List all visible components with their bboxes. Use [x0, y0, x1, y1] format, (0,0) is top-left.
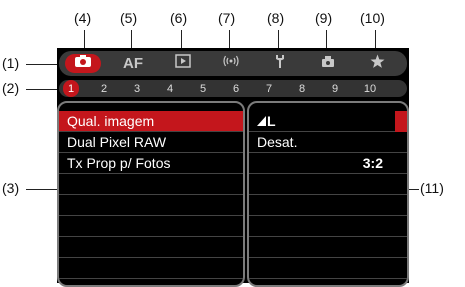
camera-menu-screen: AF 1 2 3 4 5 6 7 8 9 10 Qual. imagem Dua… [57, 48, 409, 287]
page-number[interactable]: 10 [359, 80, 381, 97]
custom-functions-icon [320, 54, 336, 74]
value-dual-pixel-raw: Desat. [249, 132, 407, 153]
menu-item-empty [59, 216, 243, 237]
tab-my-menu[interactable] [357, 54, 397, 73]
wireless-icon [222, 54, 240, 73]
menu-items-panel: Qual. imagem Dual Pixel RAW Tx Prop p/ F… [57, 101, 245, 287]
callout-1: (1) [2, 55, 20, 71]
value-empty [249, 216, 407, 237]
menu-item-label: Dual Pixel RAW [67, 134, 167, 150]
menu-values-panel: L Desat. 3:2 [247, 101, 409, 287]
star-icon [370, 54, 385, 74]
tab-playback[interactable] [163, 54, 203, 73]
value-label: Desat. [257, 134, 298, 150]
value-empty [249, 174, 407, 195]
menu-item-dual-pixel-raw[interactable]: Dual Pixel RAW [59, 132, 243, 153]
callout-3: (3) [2, 180, 20, 196]
tab-setup[interactable] [260, 54, 300, 73]
fine-quality-icon [257, 116, 266, 126]
image-quality-value: L [267, 113, 276, 129]
value-empty [249, 258, 407, 279]
value-aspect-ratio: 3:2 [249, 153, 407, 174]
menu-item-empty [59, 174, 243, 195]
value-empty [249, 237, 407, 258]
af-icon: AF [123, 55, 143, 72]
menu-item-label: Tx Prop p/ Fotos [67, 155, 171, 171]
callout-9: (9) [315, 10, 333, 26]
callout-8: (8) [267, 10, 285, 26]
tab-custom-functions[interactable] [308, 54, 348, 73]
page-number[interactable]: 8 [294, 80, 310, 97]
callout-4: (4) [74, 10, 92, 26]
tab-af[interactable]: AF [113, 54, 153, 73]
callout-6: (6) [170, 10, 188, 26]
value-label: 3:2 [362, 155, 383, 171]
menu-item-image-quality[interactable]: Qual. imagem [59, 111, 243, 132]
callout-11: (11) [420, 180, 444, 196]
tab-shooting[interactable] [65, 54, 101, 73]
callout-10: (10) [360, 10, 385, 26]
value-image-quality: L [249, 111, 407, 132]
page-number[interactable]: 1 [63, 80, 79, 97]
menu-item-empty [59, 195, 243, 216]
callout-2: (2) [2, 80, 20, 96]
menu-item-empty [59, 258, 243, 279]
selection-indicator [395, 111, 407, 132]
menu-item-label: Qual. imagem [67, 113, 155, 129]
playback-icon [175, 54, 191, 73]
wrench-icon [273, 54, 287, 74]
menu-item-empty [59, 237, 243, 258]
tab-wireless[interactable] [211, 54, 251, 73]
page-number[interactable]: 2 [96, 80, 112, 97]
value-empty [249, 195, 407, 216]
page-number[interactable]: 6 [228, 80, 244, 97]
callout-5: (5) [120, 10, 138, 26]
page-number-bar: 1 2 3 4 5 6 7 8 9 10 [59, 80, 407, 97]
page-number[interactable]: 4 [162, 80, 178, 97]
page-number[interactable]: 9 [327, 80, 343, 97]
callout-7: (7) [218, 10, 236, 26]
menu-tab-bar: AF [59, 51, 407, 76]
page-number[interactable]: 5 [195, 80, 211, 97]
camera-icon [74, 54, 92, 73]
menu-item-aspect-ratio[interactable]: Tx Prop p/ Fotos [59, 153, 243, 174]
page-number[interactable]: 3 [129, 80, 145, 97]
page-number[interactable]: 7 [261, 80, 277, 97]
